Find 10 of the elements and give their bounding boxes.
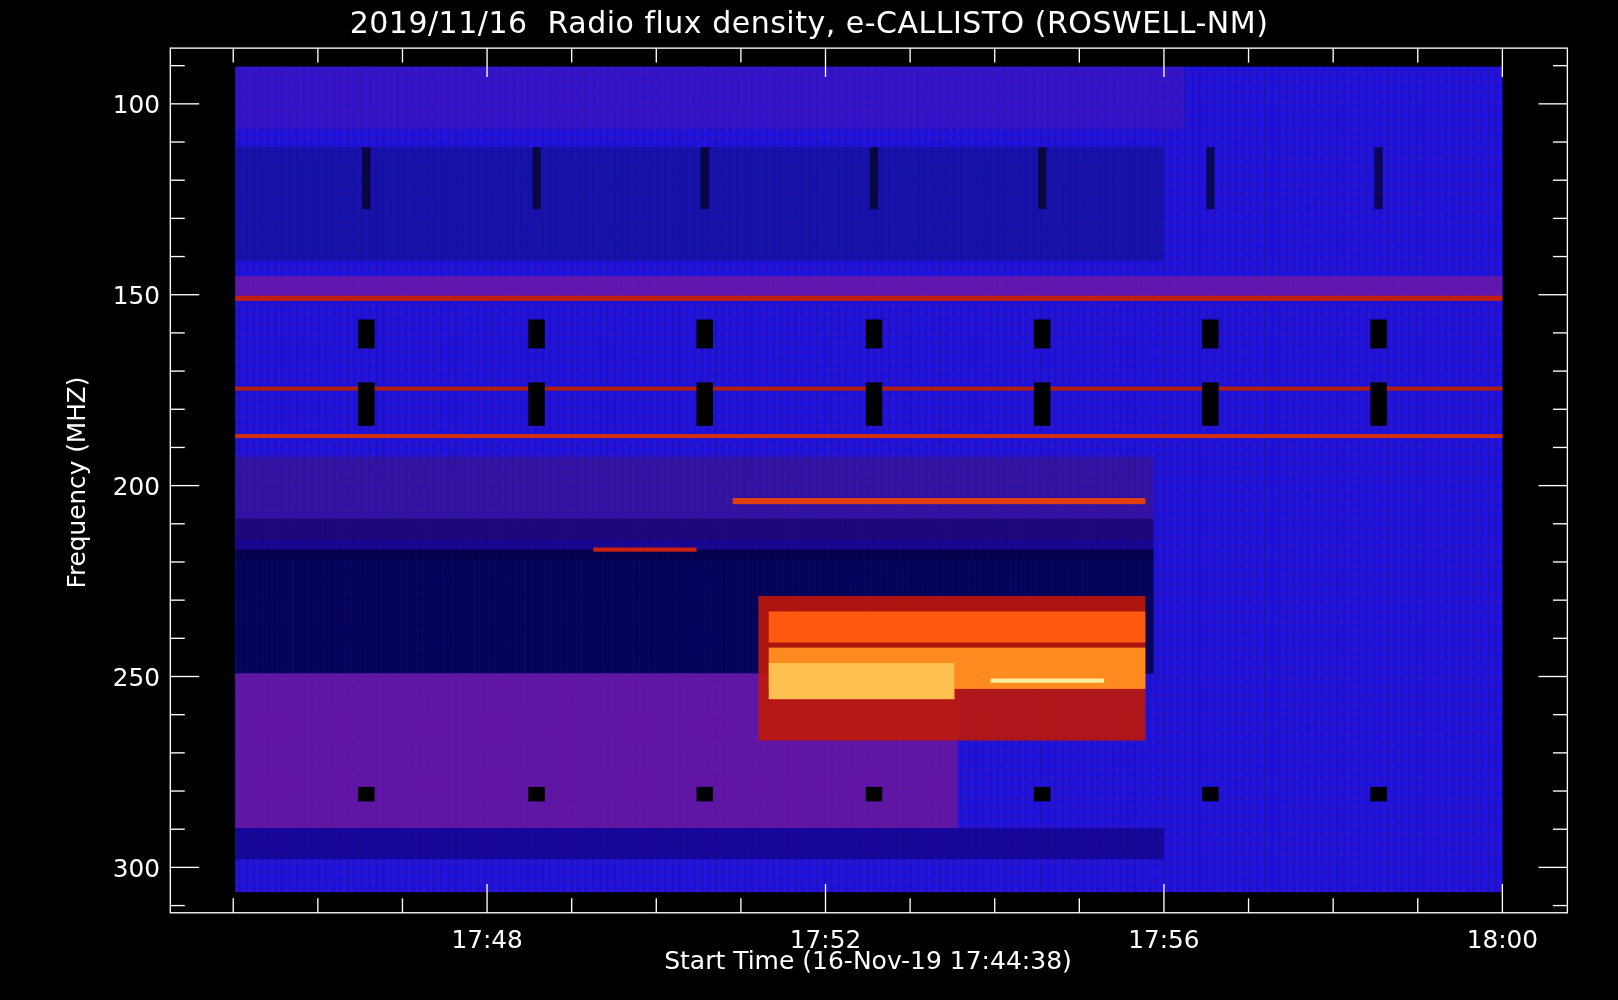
tick-label: 17:48 <box>451 924 523 952</box>
tick-label: 200 <box>112 471 160 501</box>
tick-label: 250 <box>112 662 160 692</box>
tick-label: 100 <box>112 90 160 120</box>
axis-label: Frequency (MHZ) <box>61 376 91 589</box>
tick-label: 150 <box>112 281 160 310</box>
tick-label: 18:00 <box>1466 924 1539 952</box>
tick-label: 17:56 <box>1128 924 1200 952</box>
chart-title: 2019/11/16 Radio flux density, e-CALLISTO (ROSWELL-NM) <box>349 3 1269 42</box>
tick-label: 300 <box>112 853 160 883</box>
